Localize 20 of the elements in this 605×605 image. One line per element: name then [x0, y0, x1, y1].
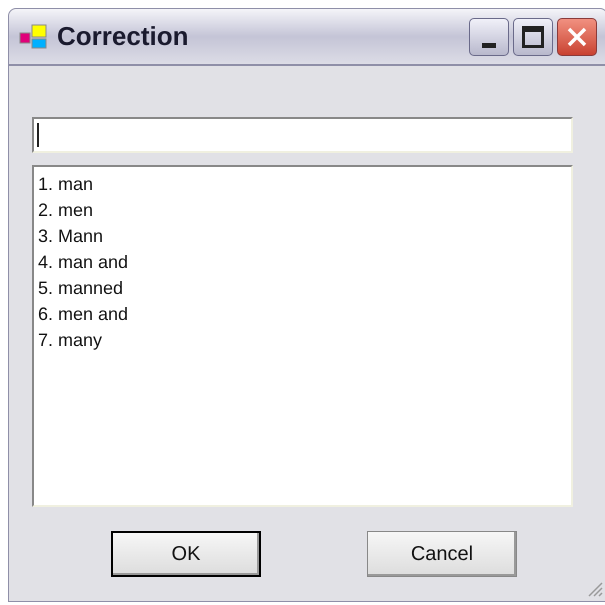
suggestion-item[interactable]: 7. many [38, 327, 102, 353]
minimize-button[interactable] [469, 18, 509, 56]
suggestion-item[interactable]: 5. manned [38, 275, 124, 301]
suggestion-item[interactable]: 1. man [38, 171, 94, 197]
maximize-button[interactable] [513, 18, 553, 56]
input-field[interactable] [32, 117, 573, 153]
dialog-button[interactable]: OK [111, 531, 261, 577]
minimize-icon [482, 42, 496, 48]
suggestion-item[interactable]: 6. men and [38, 301, 128, 327]
dialog-button[interactable]: Cancel [367, 531, 517, 577]
window-title: Correction [57, 20, 188, 53]
close-icon [566, 26, 588, 48]
close-button[interactable] [557, 18, 597, 56]
suggestion-list[interactable]: 1. man 2. men 3. Mann 4. man and 5. manned 6. men and 7. many [32, 165, 573, 507]
suggestion-item[interactable]: 3. Mann [38, 223, 104, 249]
suggestion-item[interactable]: 2. men [38, 197, 94, 223]
maximize-icon [522, 26, 544, 48]
text-cursor [37, 123, 39, 147]
suggestion-item[interactable]: 4. man and [38, 249, 128, 275]
app-icon [19, 22, 49, 52]
